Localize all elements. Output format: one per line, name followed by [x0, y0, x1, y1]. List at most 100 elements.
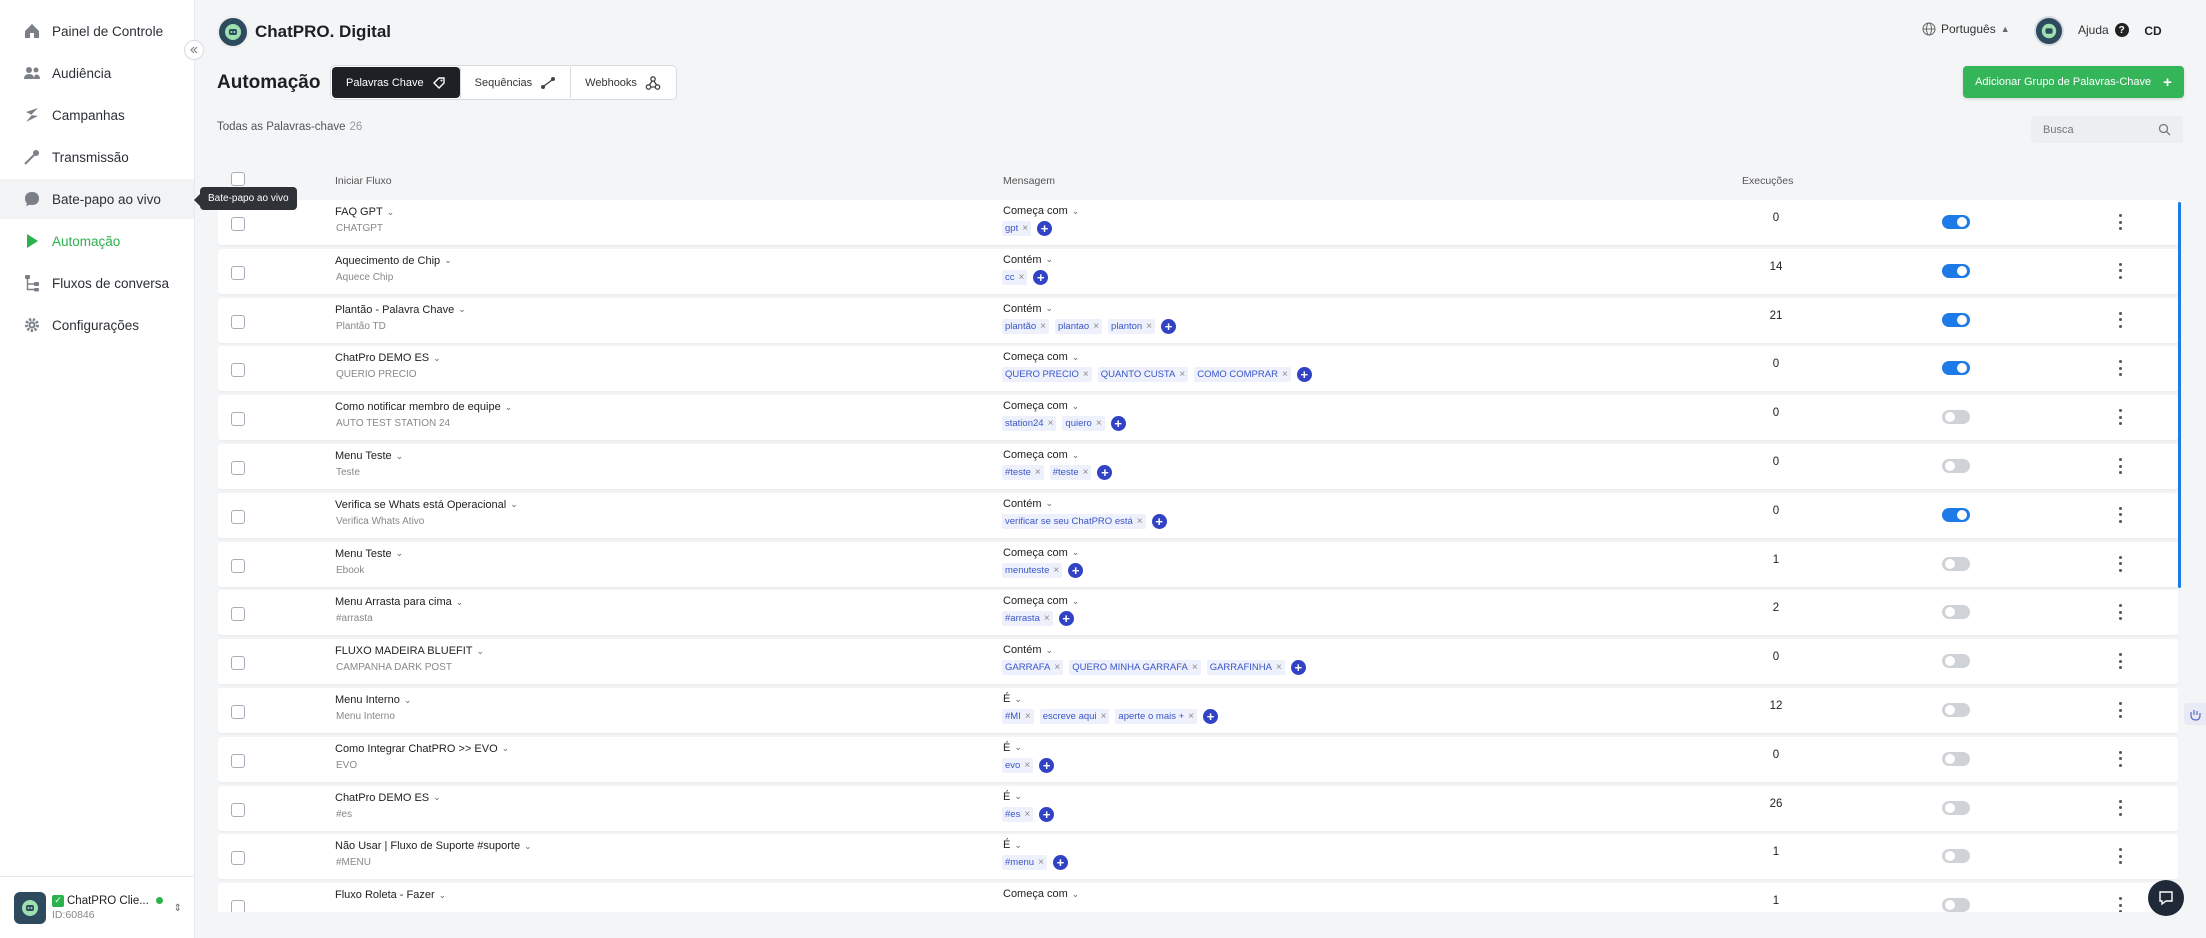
keyword-chip[interactable]: #es ×: [1002, 806, 1034, 822]
match-type-dropdown[interactable]: É ⌄: [1003, 742, 1022, 754]
remove-icon[interactable]: ×: [1022, 223, 1028, 234]
match-type-dropdown[interactable]: Começa com ⌄: [1003, 400, 1079, 412]
remove-icon[interactable]: ×: [1038, 857, 1044, 868]
table-row[interactable]: Menu Arrasta para cima ⌄ #arrasta Começa co…: [218, 590, 2178, 636]
remove-icon[interactable]: ×: [1040, 321, 1046, 332]
sidebar-item-campanhas[interactable]: Campanhas: [0, 95, 194, 135]
language-selector[interactable]: Português ▲: [1922, 22, 2010, 36]
enable-toggle[interactable]: [1942, 556, 1970, 571]
user-initials[interactable]: CD: [2140, 18, 2166, 44]
table-row[interactable]: FLUXO MADEIRA BLUEFIT ⌄ CAMPANHA DARK POST…: [218, 639, 2178, 685]
keyword-chip[interactable]: escreve aqui ×: [1039, 709, 1110, 724]
enable-toggle[interactable]: [1942, 263, 1970, 278]
keyword-chip[interactable]: #menu ×: [1002, 855, 1047, 871]
tab-sequencias[interactable]: Sequências: [461, 67, 571, 98]
table-row[interactable]: Plantão - Palavra Chave ⌄ Plantão TD Contém…: [218, 297, 2178, 343]
row-checkbox[interactable]: [231, 265, 245, 280]
more-options-icon[interactable]: [2115, 456, 2125, 476]
tab-webhooks[interactable]: Webhooks: [571, 67, 675, 98]
flow-name[interactable]: Menu Interno ⌄: [335, 694, 411, 706]
more-options-icon[interactable]: [2115, 407, 2125, 427]
flow-name[interactable]: ChatPro DEMO ES ⌄: [335, 352, 441, 364]
row-checkbox[interactable]: [231, 802, 245, 817]
flow-name[interactable]: Como notificar membro de equipe ⌄: [335, 401, 512, 413]
brand[interactable]: ChatPRO. Digital: [217, 16, 391, 48]
match-type-dropdown[interactable]: Começa com ⌄: [1003, 205, 1079, 217]
match-type-dropdown[interactable]: Contém ⌄: [1003, 303, 1053, 315]
tab-palavras-chave[interactable]: Palavras Chave: [332, 67, 460, 98]
more-options-icon[interactable]: [2115, 261, 2125, 281]
flow-name[interactable]: Fluxo Roleta - Fazer ⌄: [335, 889, 446, 901]
keyword-chip[interactable]: station24 ×: [1002, 416, 1057, 432]
enable-toggle[interactable]: [1942, 507, 1970, 522]
flow-name[interactable]: Menu Teste ⌄: [335, 450, 403, 462]
row-checkbox[interactable]: [231, 217, 245, 231]
table-row[interactable]: Não Usar | Fluxo de Suporte #suporte ⌄ #ME…: [218, 834, 2178, 880]
table-row[interactable]: Como notificar membro de equipe ⌄ AUTO TES…: [218, 395, 2178, 441]
match-type-dropdown[interactable]: Começa com ⌄: [1003, 888, 1079, 900]
add-keyword-button[interactable]: +: [1296, 367, 1312, 383]
add-keyword-button[interactable]: +: [1037, 221, 1053, 236]
table-row[interactable]: Menu Teste ⌄ Ebook Começa com ⌄ menuteste × +1: [218, 541, 2178, 587]
row-checkbox[interactable]: [231, 753, 245, 768]
sidebar-item-audiencia[interactable]: Audiência: [0, 53, 194, 93]
enable-toggle[interactable]: [1942, 361, 1970, 376]
table-row[interactable]: Aquecimento de Chip ⌄ Aquece Chip Contém ⌄ cc…: [218, 248, 2178, 294]
add-keyword-button[interactable]: +: [1052, 855, 1068, 871]
remove-icon[interactable]: ×: [1024, 760, 1030, 771]
remove-icon[interactable]: ×: [1276, 662, 1282, 673]
enable-toggle[interactable]: [1942, 800, 1970, 815]
keyword-chip[interactable]: #MI ×: [1002, 709, 1034, 724]
sidebar-item-batepapo[interactable]: Bate-papo ao vivo: [0, 179, 194, 219]
select-all-checkbox[interactable]: [231, 172, 245, 186]
enable-toggle[interactable]: [1942, 849, 1970, 864]
add-keyword-button[interactable]: +: [1203, 709, 1218, 724]
add-keyword-button[interactable]: +: [1058, 611, 1074, 627]
add-keyword-button[interactable]: +: [1290, 660, 1306, 676]
remove-icon[interactable]: ×: [1083, 467, 1089, 478]
flow-name[interactable]: ChatPro DEMO ES ⌄: [335, 792, 441, 804]
add-keyword-button[interactable]: +: [1151, 513, 1167, 529]
row-checkbox[interactable]: [231, 705, 245, 719]
more-options-icon[interactable]: [2115, 700, 2125, 720]
remove-icon[interactable]: ×: [1054, 662, 1060, 673]
match-type-dropdown[interactable]: Começa com ⌄: [1003, 595, 1079, 607]
remove-icon[interactable]: ×: [1192, 662, 1198, 673]
match-type-dropdown[interactable]: Começa com ⌄: [1003, 547, 1079, 559]
keyword-chip[interactable]: aperte o mais + ×: [1115, 709, 1197, 724]
more-options-icon[interactable]: [2115, 212, 2125, 232]
more-options-icon[interactable]: [2115, 310, 2125, 330]
keyword-chip[interactable]: QUERO PRECIO ×: [1002, 367, 1092, 383]
keyword-chip[interactable]: planton ×: [1108, 318, 1156, 334]
table-row[interactable]: Verifica se Whats está Operacional ⌄ Verif…: [218, 492, 2178, 538]
row-checkbox[interactable]: [231, 509, 245, 524]
remove-icon[interactable]: ×: [1048, 418, 1054, 429]
add-keyword-button[interactable]: +: [1068, 562, 1084, 578]
add-keyword-button[interactable]: +: [1039, 806, 1055, 822]
keyword-chip[interactable]: gpt ×: [1002, 221, 1032, 236]
row-checkbox[interactable]: [231, 900, 245, 912]
keyword-chip[interactable]: #teste ×: [1049, 465, 1092, 480]
sidebar-item-fluxos[interactable]: Fluxos de conversa: [0, 263, 194, 303]
table-row[interactable]: FAQ GPT ⌄ CHATGPT Começa com ⌄ gpt × +0: [218, 200, 2178, 245]
flow-name[interactable]: FAQ GPT ⌄: [335, 206, 394, 218]
sidebar-item-transmissao[interactable]: Transmissão: [0, 137, 194, 177]
table-row[interactable]: Menu Interno ⌄ Menu Interno É ⌄ #MI × escreve a…: [218, 688, 2178, 733]
row-checkbox[interactable]: [231, 412, 245, 427]
row-checkbox[interactable]: [231, 558, 245, 573]
flow-name[interactable]: Plantão - Palavra Chave ⌄: [335, 304, 466, 316]
more-options-icon[interactable]: [2115, 505, 2125, 525]
add-keyword-button[interactable]: +: [1161, 318, 1177, 334]
add-keyword-button[interactable]: +: [1097, 465, 1113, 480]
keyword-chip[interactable]: QUANTO CUSTA ×: [1097, 367, 1189, 383]
collapse-sidebar-button[interactable]: [184, 40, 204, 60]
remove-icon[interactable]: ×: [1083, 369, 1089, 380]
remove-icon[interactable]: ×: [1096, 418, 1102, 429]
flow-name[interactable]: Como Integrar ChatPRO >> EVO ⌄: [335, 743, 509, 755]
keyword-chip[interactable]: menuteste ×: [1002, 562, 1063, 578]
remove-icon[interactable]: ×: [1146, 321, 1152, 332]
flow-name[interactable]: Não Usar | Fluxo de Suporte #suporte ⌄: [335, 840, 532, 852]
chat-widget-button[interactable]: [2148, 880, 2184, 916]
keyword-chip[interactable]: GARRAFINHA ×: [1206, 660, 1285, 676]
remove-icon[interactable]: ×: [1093, 321, 1099, 332]
